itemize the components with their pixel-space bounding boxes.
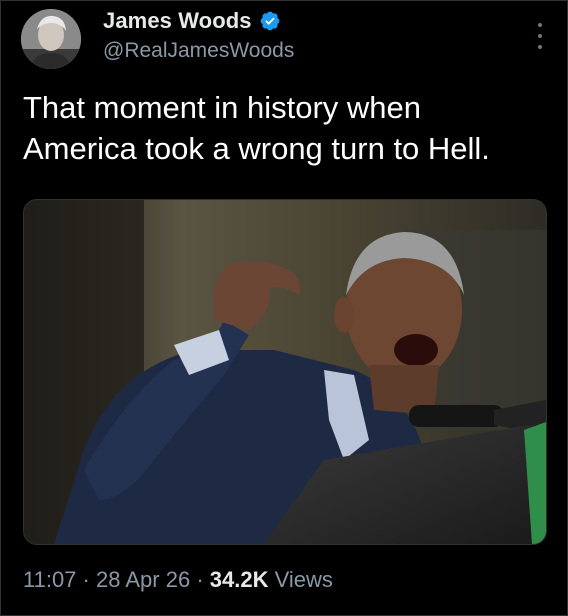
- author-name-row[interactable]: James Woods: [103, 7, 281, 35]
- views-label[interactable]: Views: [275, 567, 333, 592]
- more-options-icon[interactable]: [535, 23, 545, 49]
- avatar-photo: [21, 9, 81, 69]
- verified-badge-icon: [260, 11, 280, 31]
- tweet-meta: 11:07 · 28 Apr 26 · 34.2K Views: [23, 567, 333, 593]
- tweet-time[interactable]: 11:07: [23, 567, 76, 592]
- tweet-card: James Woods @RealJamesWoods That moment …: [0, 0, 568, 616]
- tweet-media-photo[interactable]: [23, 199, 547, 545]
- author-avatar[interactable]: [21, 9, 81, 69]
- author-handle[interactable]: @RealJamesWoods: [103, 39, 294, 63]
- tweet-date[interactable]: 28 Apr 26: [96, 567, 190, 592]
- views-count[interactable]: 34.2K: [210, 567, 269, 592]
- meta-separator: ·: [82, 567, 90, 592]
- media-image: [24, 200, 546, 544]
- meta-separator: ·: [196, 567, 204, 592]
- dot: [538, 23, 542, 27]
- dot: [538, 34, 542, 38]
- tweet-text: That moment in history when America took…: [23, 87, 553, 169]
- author-display-name[interactable]: James Woods: [103, 8, 252, 34]
- dot: [538, 45, 542, 49]
- tweet-text-line: America took a wrong turn to Hell.: [23, 131, 490, 166]
- tweet-text-line: That moment in history when: [23, 90, 422, 125]
